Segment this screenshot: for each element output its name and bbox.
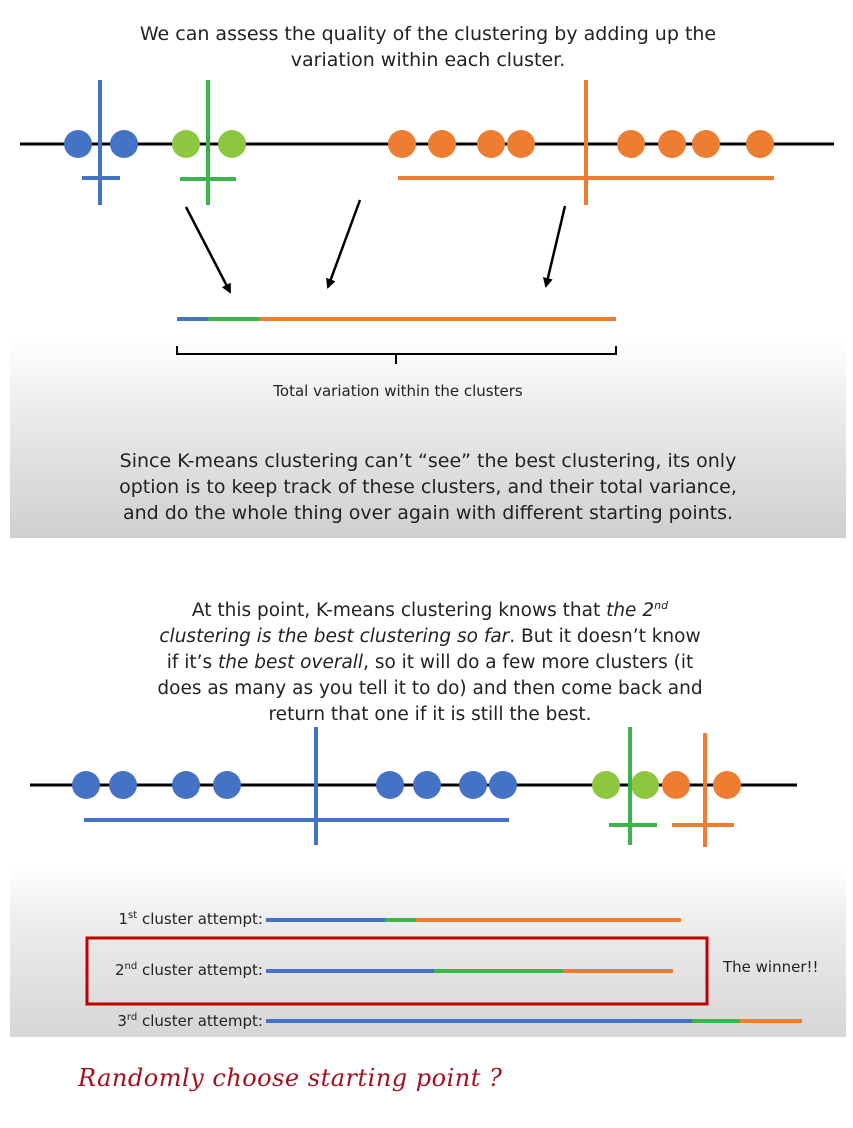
blue-point (72, 771, 100, 799)
orange-point (428, 130, 456, 158)
green-point (218, 130, 246, 158)
diagram-graphics (20, 80, 834, 1023)
arrow (326, 199, 362, 289)
blue-point (459, 771, 487, 799)
green-point (592, 771, 620, 799)
orange-point (388, 130, 416, 158)
green-point (631, 771, 659, 799)
handwritten-note: Randomly choose starting point ? (78, 1064, 503, 1092)
orange-point (662, 771, 690, 799)
blue-point (489, 771, 517, 799)
arrow (542, 205, 567, 288)
orange-point (477, 130, 505, 158)
blue-point (413, 771, 441, 799)
blue-point (109, 771, 137, 799)
blue-point (110, 130, 138, 158)
blue-point (64, 130, 92, 158)
arrow (184, 206, 232, 294)
blue-point (213, 771, 241, 799)
orange-point (617, 130, 645, 158)
orange-point (507, 130, 535, 158)
orange-point (713, 771, 741, 799)
orange-point (746, 130, 774, 158)
blue-point (172, 771, 200, 799)
orange-point (692, 130, 720, 158)
blue-point (376, 771, 404, 799)
orange-point (658, 130, 686, 158)
brace (176, 346, 617, 364)
green-point (172, 130, 200, 158)
